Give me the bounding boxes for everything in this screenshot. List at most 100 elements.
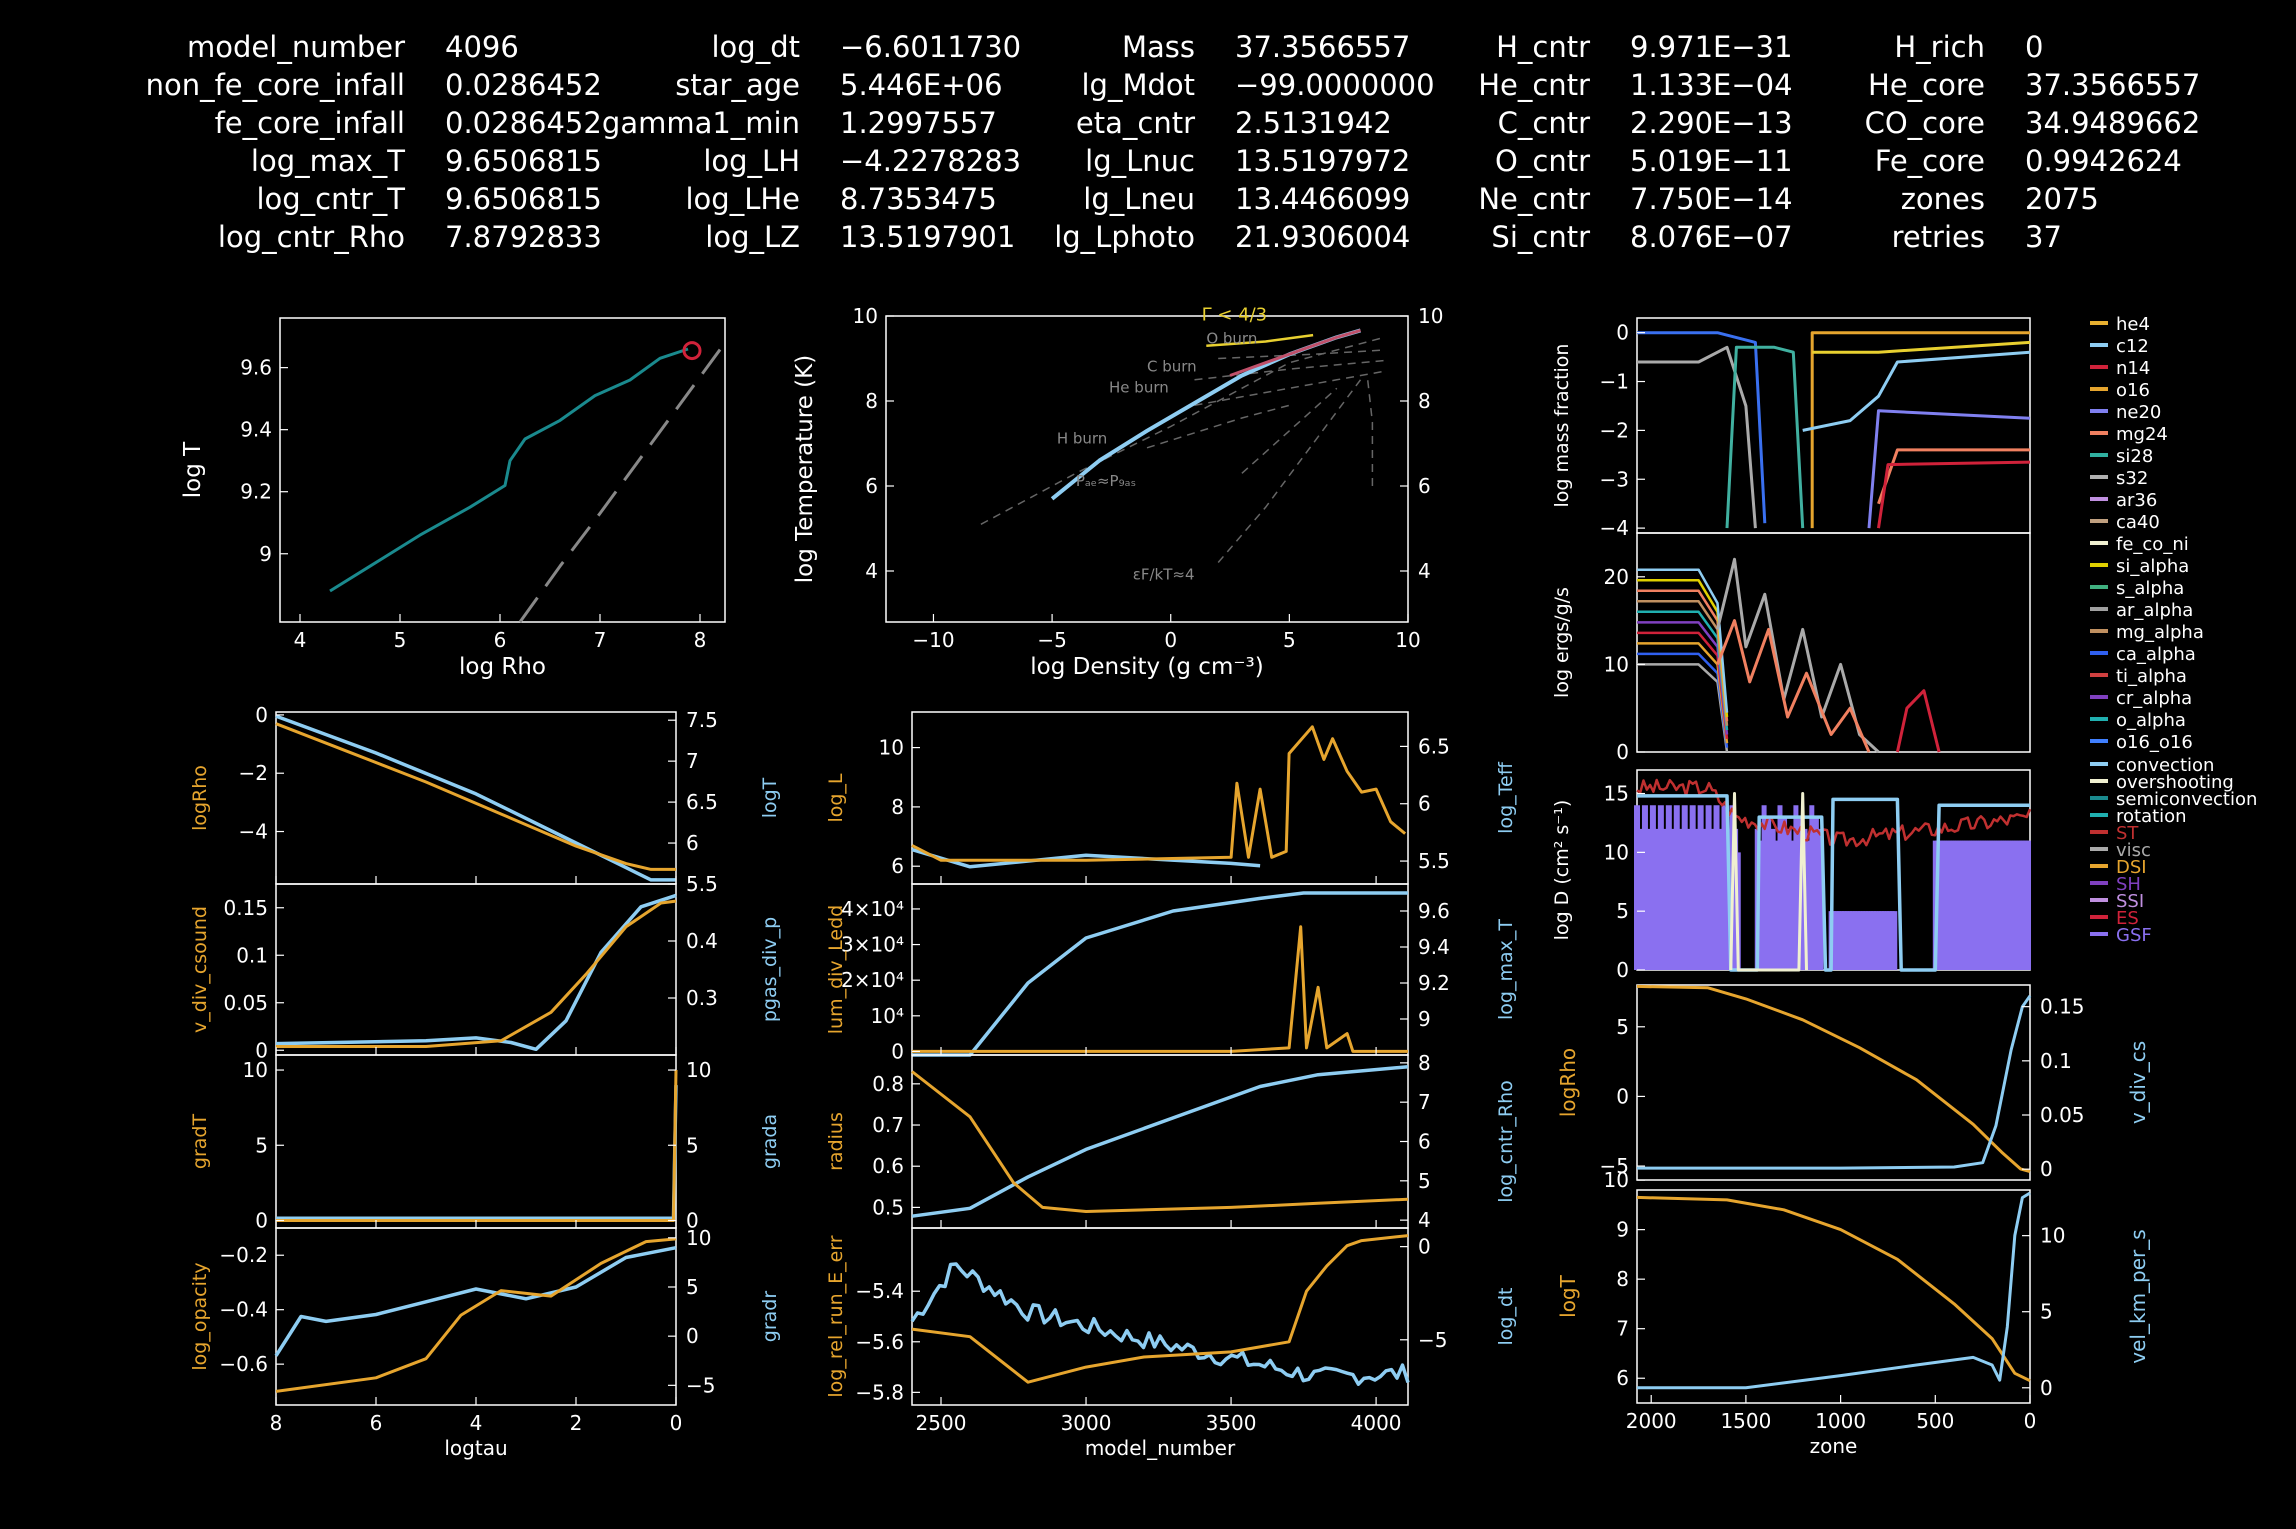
burning-line	[1194, 359, 1385, 381]
legend-label: he4	[2116, 314, 2150, 335]
legend-label: cr_alpha	[2116, 688, 2192, 709]
x-tick-label: 6	[494, 628, 507, 652]
y-tick-label: 20	[1604, 565, 1629, 589]
y-tick-label: 4	[1418, 559, 1431, 583]
y-tick-label: −5	[1418, 1328, 1447, 1352]
y-tick-label: 10	[243, 1058, 268, 1082]
y-tick-label: 0	[2040, 1157, 2053, 1181]
y-tick-label: 8	[865, 389, 878, 413]
right-axis-label: log_max_T	[1495, 919, 1517, 1020]
y-tick-label: 7.5	[686, 708, 718, 732]
err_dt-frame	[911, 1227, 1409, 1406]
y-tick-label: 10	[686, 1226, 711, 1250]
y-tick-label: 10	[1604, 652, 1629, 676]
right-axis-label: vel_km_per_s	[2126, 1229, 2150, 1363]
left-axis-label: log_opacity	[189, 1262, 211, 1370]
burning-annotation: Pₐₑ≈P₉ₐₛ	[1076, 472, 1136, 490]
y-tick-label: 6	[1418, 1130, 1431, 1154]
legend-label: o_alpha	[2116, 710, 2186, 731]
y-tick-label: 0	[255, 703, 268, 727]
x-tick-label: 0	[2024, 1409, 2037, 1433]
x-tick-label: 1000	[1815, 1409, 1866, 1433]
x-tick-label: 8	[694, 628, 707, 652]
burning-annotation: O burn	[1206, 330, 1257, 348]
plots-canvas: 4 5 6 7 899.29.49.6log Rholog T−10 −5 0 5 104681…	[180, 304, 2257, 1460]
y-tick-label: 0	[891, 1039, 904, 1063]
y-tick-label: 0	[1616, 740, 1629, 764]
x-axis-label: model_number	[1085, 1436, 1236, 1460]
y-tick-label: 9	[1418, 1007, 1431, 1031]
y-tick-label: 0.05	[223, 991, 268, 1015]
y-tick-label: 6	[865, 474, 878, 498]
legend-label: n14	[2116, 358, 2150, 379]
left-series-line	[911, 1070, 1409, 1213]
x-tick-label: 6	[370, 1411, 383, 1435]
y-tick-label: 15	[1604, 782, 1629, 806]
y-tick-label: 10	[1418, 304, 1443, 328]
y-tick-label: 5.5	[1418, 849, 1450, 873]
x-tick-label: 4000	[1351, 1411, 1402, 1435]
y-tick-label: 4×10⁴	[841, 897, 904, 921]
right-series-line	[276, 1085, 678, 1220]
y-axis-label: log Temperature (K)	[792, 355, 818, 583]
y-axis-label: log ergs/g/s	[1551, 587, 1573, 698]
y-tick-label: 0	[1418, 1235, 1431, 1259]
legend-label: ca40	[2116, 512, 2160, 533]
right-axis-label: log_Teff	[1495, 761, 1517, 834]
x-tick-label: 7	[594, 628, 607, 652]
y-tick-label: 5	[1418, 1169, 1431, 1193]
left-series-line	[275, 722, 676, 871]
y-tick-label: 0.8	[872, 1072, 904, 1096]
y-tick-label: −5.8	[855, 1380, 904, 1404]
right-axis-label: logT	[759, 777, 781, 818]
gradT_grada-frame	[275, 1054, 677, 1229]
y-tick-label: 5	[686, 1275, 699, 1299]
legend-label: ar36	[2116, 490, 2157, 511]
y-tick-label: 6.5	[1418, 734, 1450, 758]
x-tick-label: 5	[394, 628, 407, 652]
y-tick-label: 10	[2040, 1224, 2065, 1248]
y-axis-label: log T	[180, 441, 206, 498]
y-tick-label: 8	[1616, 1267, 1629, 1291]
y-tick-label: 10	[853, 304, 878, 328]
x-axis-label: logtau	[444, 1436, 507, 1460]
burning-annotation: H burn	[1057, 430, 1108, 448]
y-tick-label: 10	[1604, 1168, 1629, 1192]
y-tick-label: 10	[686, 1058, 711, 1082]
y-tick-label: 6	[1418, 792, 1431, 816]
y-axis-label: log D (cm² s⁻¹)	[1551, 800, 1573, 941]
y-tick-label: 3×10⁴	[841, 933, 904, 957]
x-axis-label: log Density (g cm⁻³)	[1030, 654, 1263, 680]
left-axis-label: gradT	[189, 1114, 211, 1170]
leddington-frame	[911, 883, 1409, 1056]
y-tick-label: 9	[1616, 1218, 1629, 1242]
legend-label: ca_alpha	[2116, 644, 2196, 665]
y-tick-label: 5	[255, 1133, 268, 1157]
energy-spikes-3	[1895, 689, 1941, 753]
left-series-line	[276, 899, 677, 1048]
y-tick-label: 6.5	[686, 790, 718, 814]
left-axis-label: logT	[1556, 1274, 1580, 1317]
burning-annotation: C burn	[1147, 357, 1197, 375]
y-tick-label: 6	[1418, 474, 1431, 498]
x-tick-label: −5	[1037, 628, 1066, 652]
x-axis-label: log Rho	[459, 654, 546, 680]
y-tick-label: −2	[239, 761, 268, 785]
x-tick-label: 0	[1164, 628, 1177, 652]
vcs_pgas-frame	[275, 883, 677, 1056]
burning-annotation: He burn	[1109, 379, 1169, 397]
x-tick-label: 4	[294, 628, 307, 652]
x-tick-label: 0	[670, 1411, 683, 1435]
y-tick-label: 5	[2040, 1300, 2053, 1324]
tc-rhoc-frame	[279, 317, 726, 623]
y-tick-label: 0	[255, 1208, 268, 1232]
rho-vcs-frame	[1636, 984, 2031, 1181]
left-series-line	[276, 1069, 678, 1222]
burning-line	[1366, 379, 1374, 486]
gamma-annotation: Γ < 4/3	[1202, 304, 1268, 325]
y-tick-label: 9.6	[240, 356, 272, 380]
logrho-line	[1636, 984, 2031, 1174]
energy-line	[1637, 631, 1729, 740]
left-axis-label: log_rel_run_E_err	[825, 1235, 847, 1397]
x-tick-label: 1500	[1720, 1409, 1771, 1433]
